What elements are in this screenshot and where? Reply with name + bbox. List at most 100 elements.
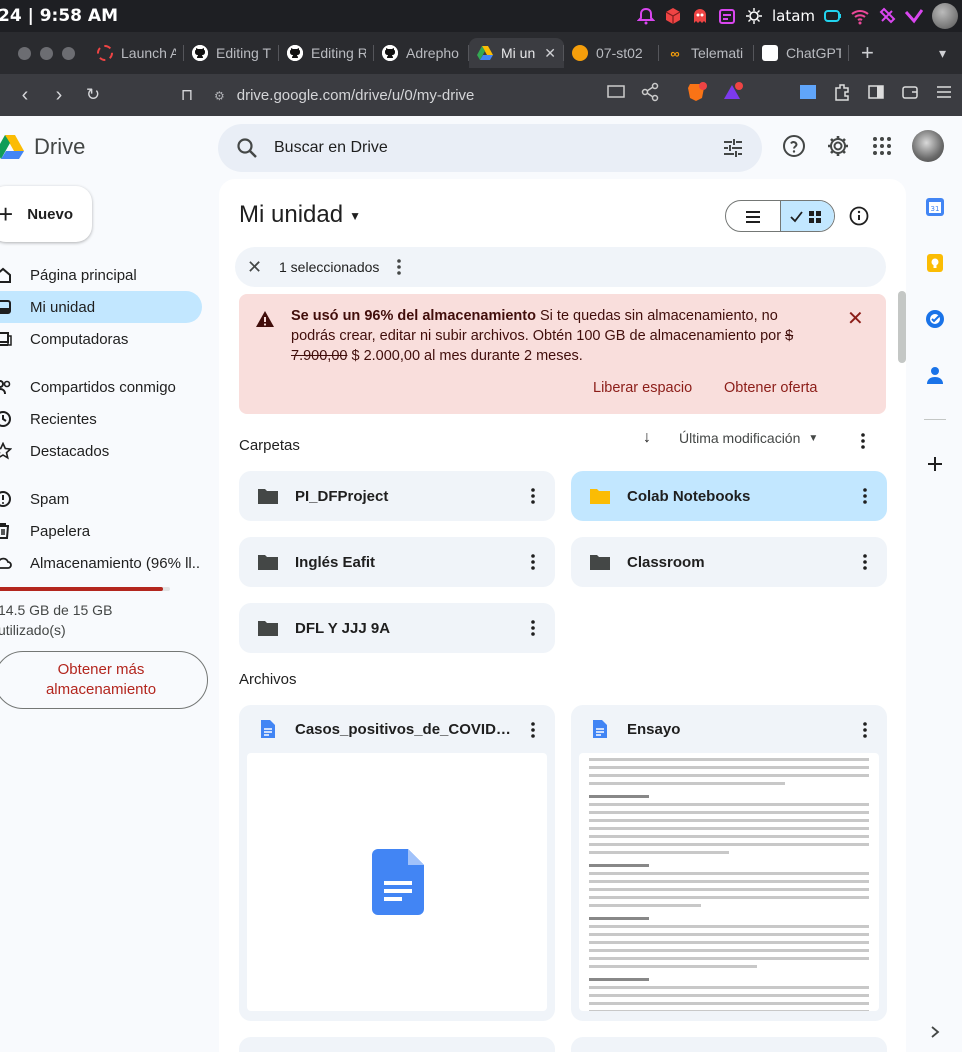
browser-tab[interactable]: Editing R xyxy=(279,38,374,68)
os-user-avatar[interactable] xyxy=(932,3,958,29)
file-thumbnail[interactable] xyxy=(579,753,879,1011)
browser-tab[interactable]: Adrepho xyxy=(374,38,469,68)
folder-item[interactable]: Classroom xyxy=(571,537,887,587)
more-options-icon[interactable] xyxy=(531,620,535,636)
browser-tab[interactable]: Editing T xyxy=(184,38,279,68)
sidebar-item-trash[interactable]: Papelera xyxy=(0,515,202,547)
close-tab-icon[interactable]: ✕ xyxy=(544,45,556,62)
search-input[interactable]: Buscar en Drive xyxy=(274,139,388,157)
bookmark-icon[interactable]: ⊓ xyxy=(170,85,204,105)
more-options-icon[interactable] xyxy=(861,433,865,449)
drive-logo[interactable]: Drive xyxy=(0,134,85,160)
brightness-icon[interactable] xyxy=(745,7,763,25)
more-options-icon[interactable] xyxy=(531,488,535,504)
wifi-icon[interactable] xyxy=(851,7,869,25)
sort-control[interactable]: ↓ Última modificación ▼ xyxy=(643,429,818,447)
wallet-icon[interactable] xyxy=(900,82,920,102)
sidebar-item-shared[interactable]: Compartidos conmigo xyxy=(0,371,202,403)
sidebar-toggle-icon[interactable] xyxy=(866,82,886,102)
bell-icon[interactable] xyxy=(636,7,655,25)
file-card[interactable]: Ensayo xyxy=(571,705,887,1021)
sidebar-item-home[interactable]: Página principal xyxy=(0,259,202,291)
help-icon[interactable] xyxy=(782,134,806,158)
new-button[interactable]: + Nuevo xyxy=(0,186,92,242)
cast-icon[interactable] xyxy=(606,82,626,102)
window-maximize-dot[interactable] xyxy=(62,46,75,60)
site-settings-icon[interactable]: ⚙ xyxy=(214,89,225,103)
calendar-app-icon[interactable] xyxy=(718,7,736,25)
window-close-dot[interactable] xyxy=(18,46,31,60)
page-title-text: Mi unidad xyxy=(239,201,344,228)
close-icon[interactable]: ✕ xyxy=(847,306,864,331)
back-icon[interactable]: ‹ xyxy=(8,84,42,107)
folder-item-selected[interactable]: Colab Notebooks xyxy=(571,471,887,521)
sidebar-item-computers[interactable]: Computadoras xyxy=(0,323,202,355)
sidebar-item-storage[interactable]: Almacenamiento (96% ll... xyxy=(0,547,202,579)
mic-muted-icon[interactable] xyxy=(878,7,896,25)
menu-icon[interactable] xyxy=(934,82,954,102)
page-title[interactable]: Mi unidad ▼ xyxy=(239,201,361,229)
brave-shield-icon[interactable] xyxy=(686,82,708,102)
get-more-storage-button[interactable]: Obtener más almacenamiento xyxy=(0,651,208,709)
more-options-icon[interactable] xyxy=(863,488,867,504)
folder-item[interactable]: Inglés Eafit xyxy=(239,537,555,587)
more-options-icon[interactable] xyxy=(863,554,867,570)
search-options-icon[interactable] xyxy=(722,137,744,159)
sidebar-item-spam[interactable]: Spam xyxy=(0,483,202,515)
apps-grid-icon[interactable] xyxy=(870,134,894,158)
browser-tab[interactable]: ∞ Telemati xyxy=(659,38,754,68)
url-field[interactable]: ⚙ drive.google.com/drive/u/0/my-drive xyxy=(214,87,474,104)
browser-tab[interactable]: 07-st02 xyxy=(564,38,659,68)
share-icon[interactable] xyxy=(640,82,660,102)
box-icon[interactable] xyxy=(664,7,682,25)
new-tab-icon[interactable]: + xyxy=(861,40,874,66)
clear-selection-icon[interactable]: ✕ xyxy=(247,257,263,278)
get-offer-button[interactable]: Obtener oferta xyxy=(724,380,818,396)
info-icon[interactable] xyxy=(849,206,869,226)
more-options-icon[interactable] xyxy=(863,722,867,738)
folder-item[interactable]: PI_DFProject xyxy=(239,471,555,521)
file-card-partial[interactable] xyxy=(571,1037,887,1052)
chevron-check-icon[interactable] xyxy=(905,7,923,25)
reload-icon[interactable]: ↻ xyxy=(76,85,110,105)
battery-icon[interactable] xyxy=(824,7,842,25)
list-view-icon[interactable] xyxy=(726,201,780,231)
keep-icon[interactable] xyxy=(924,252,946,274)
side-apps-panel: 31 xyxy=(914,116,962,1052)
window-minimize-dot[interactable] xyxy=(40,46,53,60)
view-toggle[interactable] xyxy=(725,200,835,232)
calendar-icon[interactable]: 31 xyxy=(924,196,946,218)
sidebar-item-recent[interactable]: Recientes xyxy=(0,403,202,435)
url-text: drive.google.com/drive/u/0/my-drive xyxy=(236,86,475,104)
browser-tab-active[interactable]: Mi un ✕ xyxy=(469,38,564,68)
settings-icon[interactable] xyxy=(826,134,850,158)
chevron-right-icon[interactable] xyxy=(928,1025,942,1039)
extension-photo-icon[interactable] xyxy=(798,82,818,102)
scrollbar[interactable] xyxy=(898,291,906,363)
more-options-icon[interactable] xyxy=(531,554,535,570)
more-actions-icon[interactable] xyxy=(397,259,402,275)
folder-item[interactable]: DFL Y JJJ 9A xyxy=(239,603,555,653)
free-space-button[interactable]: Liberar espacio xyxy=(593,380,692,396)
search-icon[interactable] xyxy=(236,137,258,159)
ghost-icon[interactable] xyxy=(691,7,709,25)
forward-icon[interactable]: › xyxy=(42,84,76,107)
sort-direction-icon[interactable]: ↓ xyxy=(643,429,651,447)
chevron-down-icon[interactable]: ▾ xyxy=(939,45,946,62)
grid-view-icon[interactable] xyxy=(779,201,834,231)
tasks-icon[interactable] xyxy=(924,308,946,330)
more-options-icon[interactable] xyxy=(531,722,535,738)
browser-tab[interactable]: ChatGPT xyxy=(754,38,849,68)
search-bar[interactable]: Buscar en Drive xyxy=(218,124,762,172)
contacts-icon[interactable] xyxy=(924,364,946,386)
sidebar-item-starred[interactable]: Destacados xyxy=(0,435,202,467)
file-card-partial[interactable] xyxy=(239,1037,555,1052)
sidebar-item-my-drive[interactable]: Mi unidad xyxy=(0,291,202,323)
file-thumbnail[interactable] xyxy=(247,753,547,1011)
add-addon-icon[interactable] xyxy=(924,453,946,475)
file-card[interactable]: Casos_positivos_de_COVID-19... xyxy=(239,705,555,1021)
browser-tab[interactable]: Launch A xyxy=(89,38,184,68)
brave-rewards-icon[interactable] xyxy=(722,82,744,102)
sort-label[interactable]: Última modificación xyxy=(679,430,800,446)
extensions-icon[interactable] xyxy=(832,82,852,102)
